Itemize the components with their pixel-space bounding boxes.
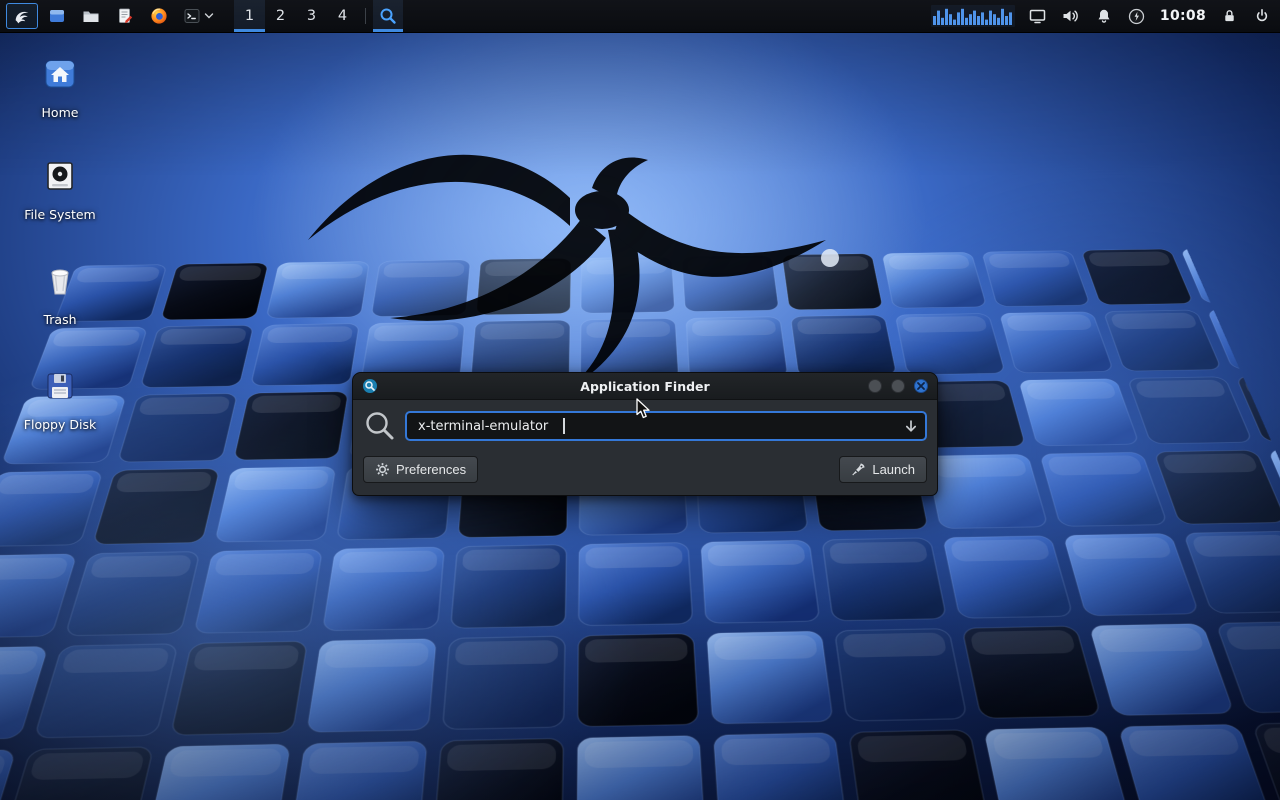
terminal-icon — [183, 7, 201, 25]
file-manager-icon — [48, 7, 66, 25]
launch-icon — [851, 462, 866, 477]
home-icon — [42, 56, 78, 92]
maximize-button[interactable] — [891, 379, 905, 393]
desktop-icon-file-system[interactable]: File System — [8, 158, 112, 222]
wallpaper-cubes — [0, 246, 1280, 800]
launcher-firefox[interactable] — [142, 0, 176, 32]
desktop-icon-label: Floppy Disk — [24, 417, 96, 432]
desktop-icon-label: Home — [42, 105, 79, 120]
desktop-icon-label: Trash — [43, 312, 76, 327]
launcher-terminal[interactable] — [176, 0, 220, 32]
hard-drive-icon — [42, 158, 78, 194]
top-panel: 1 2 3 4 — [0, 0, 1280, 33]
folder-icon — [82, 7, 100, 25]
search-icon — [363, 409, 397, 443]
workspace-number: 2 — [276, 8, 285, 24]
desktop-icon-floppy-disk[interactable]: Floppy Disk — [8, 368, 112, 432]
close-button[interactable] — [914, 379, 928, 393]
notifications-icon[interactable] — [1094, 4, 1114, 28]
lock-icon[interactable] — [1219, 4, 1239, 28]
application-finder-task-icon — [379, 7, 397, 25]
firefox-icon — [150, 7, 168, 25]
titlebar[interactable]: Application Finder — [353, 373, 937, 400]
workspace-switcher: 1 2 3 4 — [234, 0, 358, 32]
launcher-file-manager[interactable] — [40, 0, 74, 32]
application-finder-icon — [362, 378, 378, 394]
launcher-text-editor[interactable] — [108, 0, 142, 32]
workspace-3[interactable]: 3 — [296, 0, 327, 32]
search-input[interactable] — [405, 411, 927, 441]
desktop-icon-home[interactable]: Home — [8, 56, 112, 120]
clock[interactable]: 10:08 — [1160, 8, 1206, 24]
desktop-icon-label: File System — [24, 207, 96, 222]
taskbar-application-finder[interactable] — [373, 0, 403, 32]
floppy-disk-icon — [42, 368, 78, 404]
workspace-number: 3 — [307, 8, 316, 24]
preferences-button[interactable]: Preferences — [363, 456, 478, 483]
kali-logo-icon — [13, 7, 32, 26]
logout-icon[interactable] — [1252, 4, 1272, 28]
text-caret — [563, 418, 565, 434]
gear-icon — [375, 462, 390, 477]
preferences-label: Preferences — [396, 462, 466, 477]
power-manager-icon[interactable] — [1127, 4, 1147, 28]
launch-button[interactable]: Launch — [839, 456, 927, 483]
dropdown-arrow-icon[interactable] — [904, 419, 918, 433]
close-icon — [917, 382, 925, 390]
desktop-icon-trash[interactable]: Trash — [8, 263, 112, 327]
volume-icon[interactable] — [1061, 4, 1081, 28]
panel-separator — [365, 8, 366, 24]
window-title: Application Finder — [353, 379, 937, 394]
workspace-number: 1 — [245, 8, 254, 24]
workspace-1[interactable]: 1 — [234, 0, 265, 32]
workspace-4[interactable]: 4 — [327, 0, 358, 32]
chevron-down-icon — [204, 12, 214, 20]
launch-label: Launch — [872, 462, 915, 477]
application-finder-window: Application Finder — [352, 372, 938, 496]
applications-menu-button[interactable] — [6, 3, 38, 29]
launcher-folder[interactable] — [74, 0, 108, 32]
workspace-number: 4 — [338, 8, 347, 24]
minimize-button[interactable] — [868, 379, 882, 393]
desktop-screen: Home File System Trash Floppy Disk — [0, 0, 1280, 800]
cpu-graph[interactable] — [931, 5, 1015, 27]
text-editor-icon — [116, 7, 134, 25]
trash-icon — [42, 263, 78, 299]
workspace-2[interactable]: 2 — [265, 0, 296, 32]
display-icon[interactable] — [1028, 4, 1048, 28]
